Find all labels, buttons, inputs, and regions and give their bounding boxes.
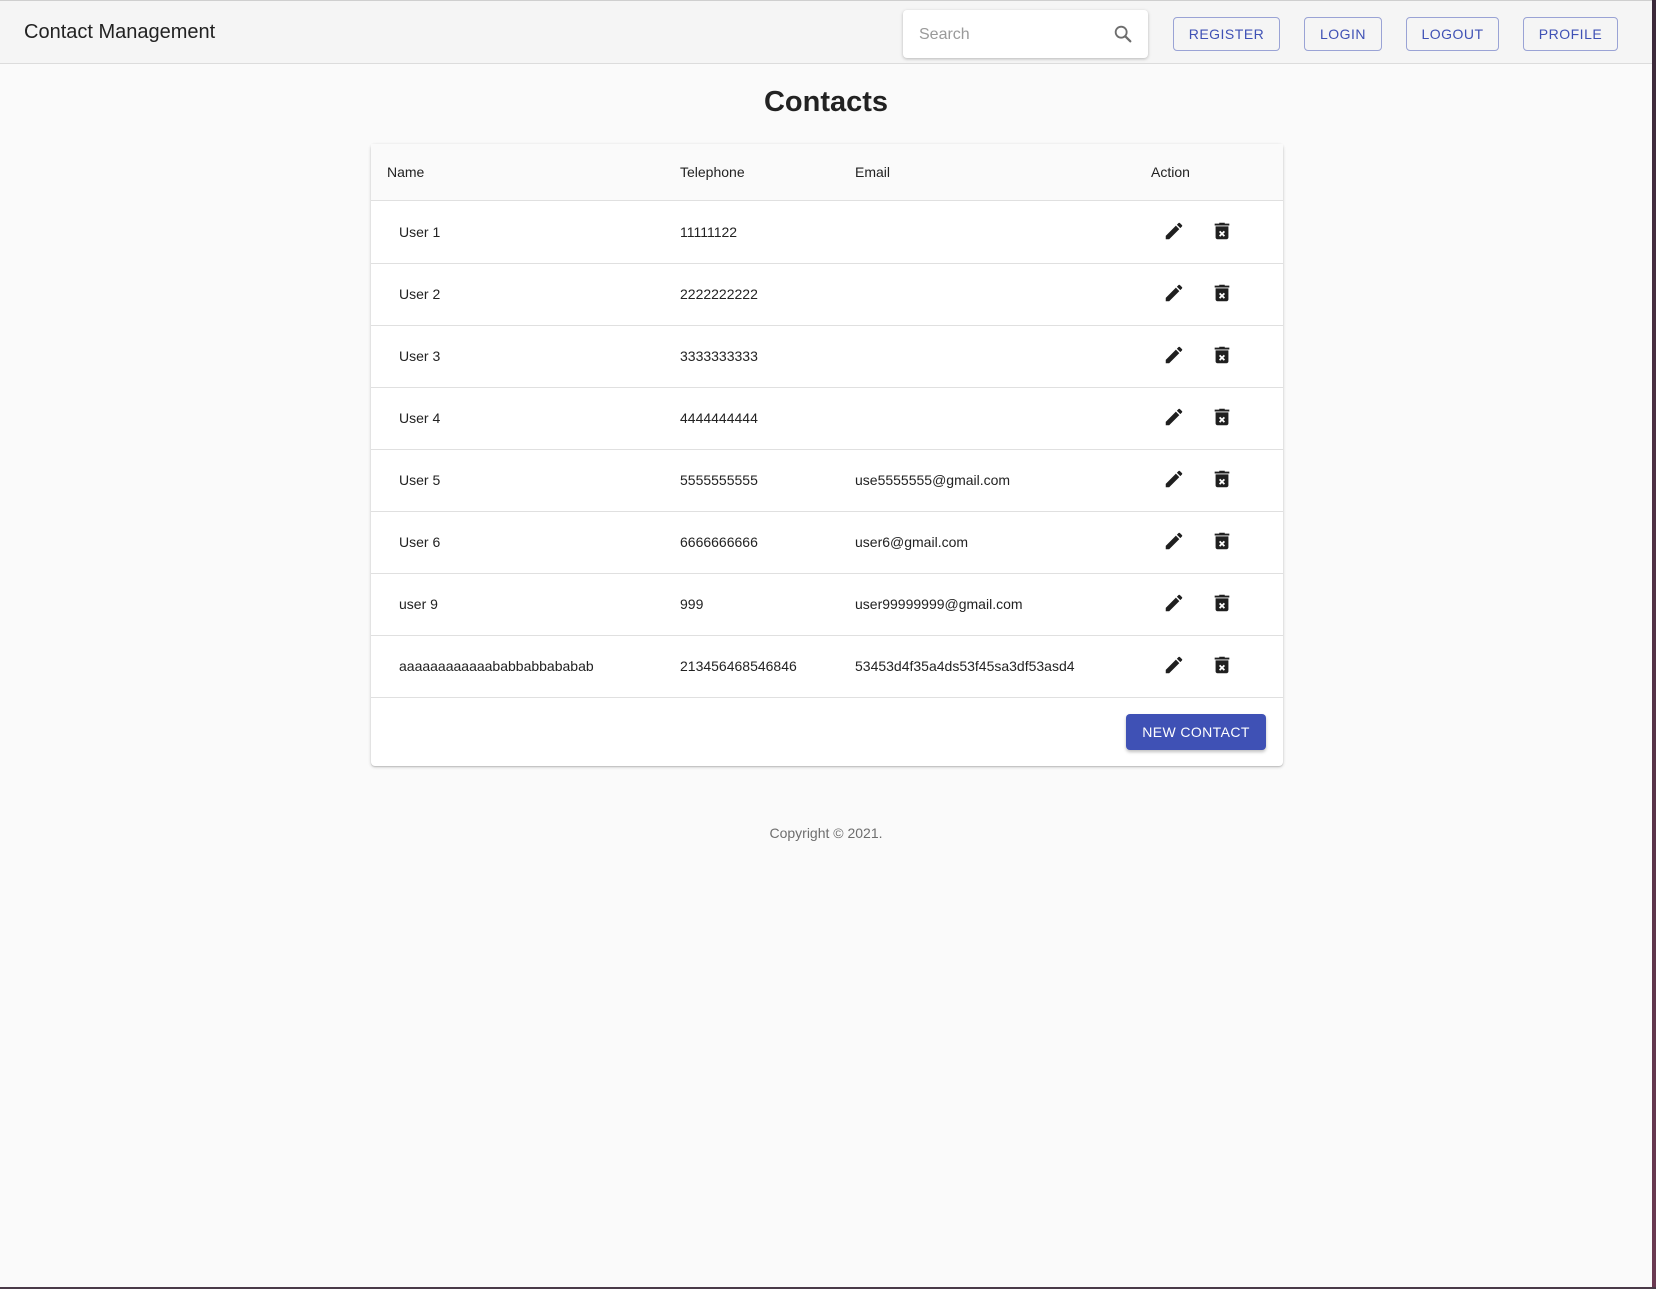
contact-telephone: 2222222222 (680, 286, 758, 302)
contact-name: User 5 (399, 472, 441, 488)
edit-icon[interactable] (1161, 466, 1187, 492)
delete-icon[interactable] (1209, 342, 1235, 368)
contact-telephone: 213456468546846 (680, 658, 797, 674)
contact-email: use5555555@gmail.com (855, 472, 1011, 488)
logout-button[interactable]: LOGOUT (1406, 17, 1499, 51)
new-contact-button[interactable]: NEW CONTACT (1126, 714, 1266, 750)
table-header: Name Telephone Email Action (371, 144, 1283, 201)
app-bar: Contact Management REGISTER LOGIN LOGOUT… (0, 0, 1652, 64)
contact-telephone: 11111122 (680, 224, 738, 240)
delete-icon[interactable] (1209, 528, 1235, 554)
search-icon[interactable] (1112, 23, 1134, 45)
contact-name: user 9 (399, 596, 438, 612)
contact-name: aaaaaaaaaaaababbabbababab (399, 658, 594, 674)
edit-icon[interactable] (1161, 280, 1187, 306)
contact-name: User 6 (399, 534, 441, 550)
edit-icon[interactable] (1161, 652, 1187, 678)
login-button[interactable]: LOGIN (1304, 17, 1382, 51)
contact-telephone: 999 (680, 596, 704, 612)
table-row: User 3 3333333333 (371, 325, 1283, 388)
delete-icon[interactable] (1209, 466, 1235, 492)
contact-telephone: 5555555555 (680, 472, 758, 488)
table-row: User 4 4444444444 (371, 387, 1283, 450)
table-row: User 1 11111122 (371, 201, 1283, 264)
footer-copyright: Copyright © 2021. (769, 825, 883, 841)
app-title: Contact Management (24, 21, 216, 43)
window-edge (1652, 0, 1656, 1289)
contact-name: User 1 (399, 224, 441, 240)
contact-telephone: 6666666666 (680, 534, 758, 550)
contact-name: User 4 (399, 410, 441, 426)
contact-name: User 2 (399, 286, 441, 302)
edit-icon[interactable] (1161, 590, 1187, 616)
page-title: Contacts (763, 86, 889, 118)
column-header-email: Email (855, 164, 891, 180)
table-row: User 6 6666666666 user6@gmail.com (371, 511, 1283, 574)
delete-icon[interactable] (1209, 404, 1235, 430)
table-row: User 2 2222222222 (371, 263, 1283, 326)
table-row: User 5 5555555555 use5555555@gmail.com (371, 449, 1283, 512)
contact-email: 53453d4f35a4ds53f45sa3df53asd4 (855, 658, 1075, 674)
column-header-name: Name (387, 164, 425, 180)
table-row: user 9 999 user99999999@gmail.com (371, 573, 1283, 636)
delete-icon[interactable] (1209, 590, 1235, 616)
contact-email: user99999999@gmail.com (855, 596, 1023, 612)
column-header-telephone: Telephone (680, 164, 745, 180)
delete-icon[interactable] (1209, 280, 1235, 306)
search-box[interactable] (903, 10, 1148, 58)
edit-icon[interactable] (1161, 342, 1187, 368)
contact-email: user6@gmail.com (855, 534, 969, 550)
contact-name: User 3 (399, 348, 441, 364)
contact-telephone: 4444444444 (680, 410, 758, 426)
profile-button[interactable]: PROFILE (1523, 17, 1618, 51)
delete-icon[interactable] (1209, 218, 1235, 244)
column-header-action: Action (1151, 164, 1190, 180)
edit-icon[interactable] (1161, 218, 1187, 244)
search-input[interactable] (917, 22, 1111, 48)
table-row: aaaaaaaaaaaababbabbababab 213456468546846… (371, 635, 1283, 698)
contact-telephone: 3333333333 (680, 348, 758, 364)
contacts-table: Name Telephone Email Action User 1 111111… (371, 144, 1283, 766)
register-button[interactable]: REGISTER (1173, 17, 1280, 51)
edit-icon[interactable] (1161, 528, 1187, 554)
edit-icon[interactable] (1161, 404, 1187, 430)
delete-icon[interactable] (1209, 652, 1235, 678)
